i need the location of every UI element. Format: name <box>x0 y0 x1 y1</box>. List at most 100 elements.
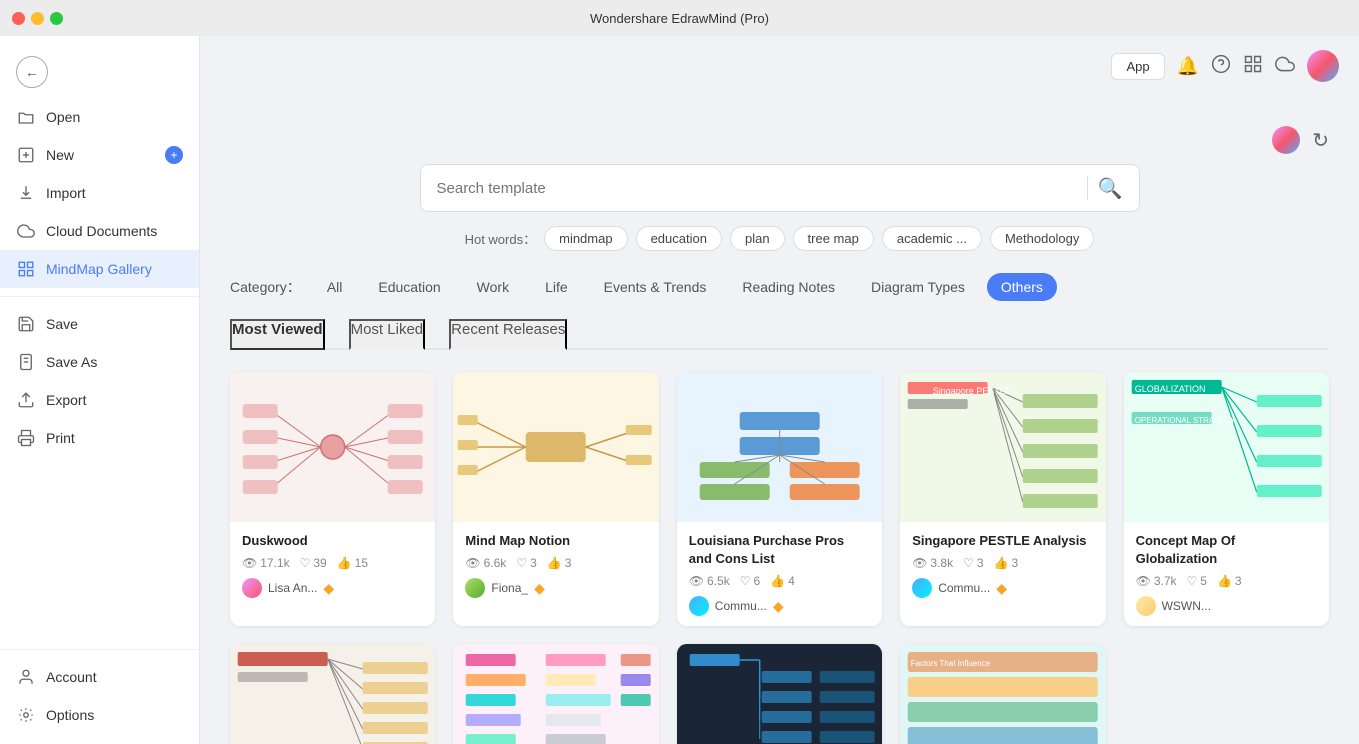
hot-tag-methodology[interactable]: Methodology <box>990 226 1094 251</box>
card-body-concept: Concept Map Of Globalization 👁 3.7k ♡ 5 … <box>1124 522 1329 626</box>
search-avatar[interactable] <box>1272 126 1300 154</box>
cat-education[interactable]: Education <box>364 273 454 301</box>
cloud-icon <box>16 221 36 241</box>
gallery-icon <box>16 259 36 279</box>
top-bar: App 🔔 <box>200 36 1359 96</box>
category-label: Category： <box>230 277 301 297</box>
card-duskwood[interactable]: Duskwood 👁 17.1k ♡ 39 👍 15 Lisa An... ◆ <box>230 372 435 626</box>
sidebar-bottom-divider <box>0 649 199 650</box>
card-author-duskwood: Lisa An... ◆ <box>242 578 423 598</box>
category-row: Category： All Education Work Life Events… <box>230 273 1329 301</box>
sidebar-item-save[interactable]: Save <box>0 305 199 343</box>
card-title-duskwood: Duskwood <box>242 532 423 550</box>
card-author-concept: WSWN... <box>1136 596 1317 616</box>
hot-tag-mindmap[interactable]: mindmap <box>544 226 627 251</box>
stat-views: 👁 17.1k <box>242 556 290 570</box>
verified-badge-pestle: ◆ <box>996 580 1007 597</box>
refresh-icon[interactable]: ↻ <box>1312 128 1329 153</box>
sidebar-item-print-label: Print <box>46 430 75 446</box>
card-colorful[interactable] <box>453 644 658 744</box>
minimize-button[interactable] <box>31 12 44 25</box>
titlebar: Wondershare EdrawMind (Pro) <box>0 0 1359 36</box>
hot-words-row: Hot words： mindmap education plan tree m… <box>230 226 1329 251</box>
sidebar-item-print[interactable]: Print <box>0 419 199 457</box>
help-icon[interactable] <box>1211 54 1231 79</box>
verified-badge-duskwood: ◆ <box>323 580 334 597</box>
tab-most-liked[interactable]: Most Liked <box>349 319 426 350</box>
cat-others[interactable]: Others <box>987 273 1057 301</box>
card-pestle[interactable]: Singapore PESTLE Singapore PESTLE Analys… <box>900 372 1105 626</box>
back-arrow-btn[interactable]: ← <box>16 56 48 88</box>
hot-tag-plan[interactable]: plan <box>730 226 785 251</box>
cloud-top-icon[interactable] <box>1275 54 1295 79</box>
grid-icon[interactable] <box>1243 54 1263 79</box>
sidebar-item-account[interactable]: Account <box>0 658 199 696</box>
sidebar-item-new-label: New <box>46 147 74 163</box>
card-concept[interactable]: GLOBALIZATION OPERATIONAL STRATEGY <box>1124 372 1329 626</box>
stat-comments: 👍 15 <box>337 556 368 570</box>
cat-work[interactable]: Work <box>463 273 523 301</box>
author-avatar-notion <box>465 578 485 598</box>
tabs-row: Most Viewed Most Liked Recent Releases <box>230 319 1329 350</box>
search-input[interactable] <box>437 180 1077 197</box>
svg-text:Factors That Influence: Factors That Influence <box>911 659 991 668</box>
card-title-pestle: Singapore PESTLE Analysis <box>912 532 1093 550</box>
cards-grid: Duskwood 👁 17.1k ♡ 39 👍 15 Lisa An... ◆ <box>230 372 1329 744</box>
user-avatar[interactable] <box>1307 50 1339 82</box>
cat-life[interactable]: Life <box>531 273 582 301</box>
card-notion[interactable]: Mind Map Notion 👁 6.6k ♡ 3 👍 3 Fiona_ ◆ <box>453 372 658 626</box>
sidebar-item-gallery[interactable]: MindMap Gallery <box>0 250 199 288</box>
print-icon <box>16 428 36 448</box>
search-icon[interactable]: 🔍 <box>1098 176 1123 201</box>
cat-reading-notes[interactable]: Reading Notes <box>728 273 849 301</box>
card-louisiana[interactable]: Louisiana Purchase Pros and Cons List 👁 … <box>677 372 882 626</box>
verified-badge-notion: ◆ <box>534 580 545 597</box>
import-icon <box>16 183 36 203</box>
card-factors[interactable]: Factors That Influence Factors That Infl… <box>900 644 1105 744</box>
sidebar-item-open-label: Open <box>46 109 80 125</box>
sidebar-item-saveas-label: Save As <box>46 354 97 370</box>
stat-likes: ♡ 39 <box>300 556 327 570</box>
sidebar-item-import-label: Import <box>46 185 86 201</box>
close-button[interactable] <box>12 12 25 25</box>
cat-all[interactable]: All <box>313 273 357 301</box>
sidebar-item-import[interactable]: Import <box>0 174 199 212</box>
back-button[interactable]: ← <box>0 46 199 98</box>
svg-text:OPERATIONAL STRATEGY: OPERATIONAL STRATEGY <box>1134 416 1235 425</box>
card-body-pestle: Singapore PESTLE Analysis 👁 3.8k ♡ 3 👍 3… <box>900 522 1105 608</box>
card-stats-duskwood: 👁 17.1k ♡ 39 👍 15 <box>242 556 423 570</box>
svg-text:Singapore PESTLE: Singapore PESTLE <box>933 386 1011 396</box>
sidebar-item-new[interactable]: New + <box>0 136 199 174</box>
sidebar-item-saveas[interactable]: Save As <box>0 343 199 381</box>
author-avatar-pestle <box>912 578 932 598</box>
card-thumb-pestle: Singapore PESTLE <box>900 372 1105 522</box>
card-dark[interactable] <box>677 644 882 744</box>
new-plus-icon[interactable]: + <box>165 146 183 164</box>
export-icon <box>16 390 36 410</box>
card-sa-pestle[interactable] <box>230 644 435 744</box>
hot-tag-education[interactable]: education <box>636 226 722 251</box>
maximize-button[interactable] <box>50 12 63 25</box>
verified-badge-louisiana: ◆ <box>773 598 784 615</box>
tab-recent[interactable]: Recent Releases <box>449 319 567 350</box>
card-title-notion: Mind Map Notion <box>465 532 646 550</box>
app-button[interactable]: App <box>1111 53 1164 80</box>
card-title-concept: Concept Map Of Globalization <box>1136 532 1317 568</box>
hot-tag-academic[interactable]: academic ... <box>882 226 982 251</box>
sidebar-item-export[interactable]: Export <box>0 381 199 419</box>
sidebar-item-open[interactable]: Open <box>0 98 199 136</box>
hot-tag-treemap[interactable]: tree map <box>793 226 874 251</box>
tab-most-viewed[interactable]: Most Viewed <box>230 319 325 350</box>
sidebar-item-options[interactable]: Options <box>0 696 199 734</box>
cat-events[interactable]: Events & Trends <box>590 273 721 301</box>
card-thumb-louisiana <box>677 372 882 522</box>
sidebar-item-account-label: Account <box>46 669 97 685</box>
card-stats-pestle: 👁 3.8k ♡ 3 👍 3 <box>912 556 1093 570</box>
card-title-louisiana: Louisiana Purchase Pros and Cons List <box>689 532 870 568</box>
notification-icon[interactable]: 🔔 <box>1177 56 1199 77</box>
top-bar-icons: App 🔔 <box>1111 50 1339 82</box>
sidebar-item-cloud[interactable]: Cloud Documents <box>0 212 199 250</box>
cat-diagram[interactable]: Diagram Types <box>857 273 979 301</box>
traffic-lights <box>12 12 63 25</box>
card-thumb-factors: Factors That Influence <box>900 644 1105 744</box>
